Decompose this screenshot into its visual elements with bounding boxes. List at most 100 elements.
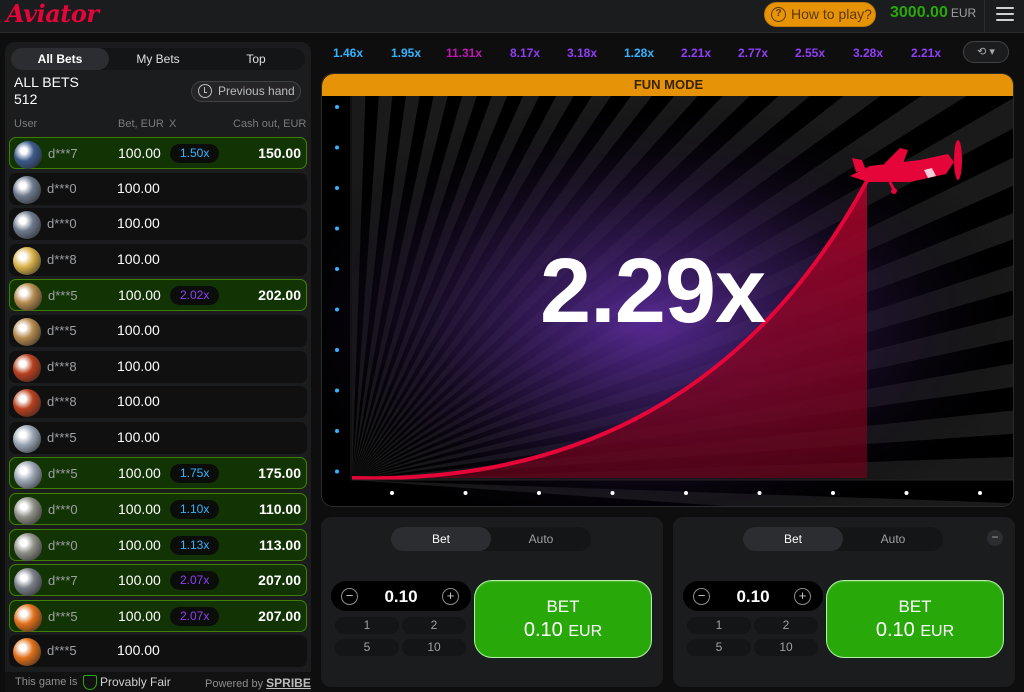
row-bet: 100.00 [118,465,161,482]
row-bet: 100.00 [117,215,160,232]
history-multiplier[interactable]: 1.95x [380,43,432,63]
avatar [13,246,41,275]
provably-fair-link[interactable]: Provably Fair [83,675,171,690]
row-cashout: 150.00 [258,145,301,161]
history-multiplier[interactable]: 11.31x [438,43,490,63]
history-toggle-button[interactable]: ⟲ ▾ [963,41,1009,63]
history-multiplier[interactable]: 2.21x [670,43,722,63]
history-multiplier[interactable]: 2.21x [900,43,952,63]
bet-button-currency: EUR [568,623,603,640]
quick-amount-button[interactable]: 10 [402,639,466,656]
row-user: d***5 [48,608,78,624]
row-cashout: 113.00 [258,536,301,553]
column-bet: Bet, EUR [118,118,164,130]
table-row: d***5 100.00 [9,314,307,347]
bet-button-amount: 0.10 EUR [827,619,1003,642]
row-multiplier: 1.75x [170,464,220,484]
row-bet: 100.00 [117,179,160,196]
row-user: d***5 [48,466,78,482]
bet-panel: Bet Auto − 0.10 + 1 2 5 10 BET 0.10 EUR [321,517,663,687]
bets-panel: All Bets My Bets Top ALL BETS 512 Previo… [5,42,311,692]
bet-amount-stepper[interactable]: − 0.10 + [683,581,823,611]
tab-bet[interactable]: Bet [391,527,491,551]
bet-panel: Bet Auto − − 0.10 + 1 2 5 10 BET 0.10 EU… [673,517,1015,687]
row-multiplier: 1.50x [170,144,220,163]
quick-amount-button[interactable]: 5 [335,639,399,656]
table-row: d***7 100.00 2.07x 207.00 [9,564,307,597]
row-bet: 100.00 [118,287,161,304]
history-multiplier[interactable]: 1.46x [322,43,374,63]
menu-icon[interactable] [996,7,1014,21]
avatar [13,353,41,382]
bet-button-label: BET [546,597,580,616]
avatar [13,638,41,667]
row-multiplier: 2.07x [170,571,220,591]
table-row: d***5 100.00 1.75x 175.00 [9,457,307,490]
avatar [13,175,41,204]
table-row: d***0 100.00 1.13x 113.00 [9,528,307,561]
tab-auto[interactable]: Auto [843,527,943,551]
row-cashout: 110.00 [258,500,301,517]
quick-amount-button[interactable]: 1 [687,617,751,634]
history-multiplier[interactable]: 2.77x [727,43,779,63]
row-bet: 100.00 [117,250,160,267]
row-user: d***7 [48,146,78,161]
bet-button-value: 0.10 [523,619,563,641]
row-bet: 100.00 [117,321,160,338]
quick-amount-button[interactable]: 1 [335,617,399,634]
row-bet: 100.00 [117,357,160,374]
history-icon: ⟲ [977,46,987,58]
powered-by: Powered by SPRIBE [205,676,311,690]
aviator-logo[interactable]: Aviator [6,0,99,28]
row-multiplier: 2.02x [170,286,220,306]
tab-all-bets[interactable]: All Bets [11,48,109,70]
bet-button[interactable]: BET 0.10 EUR [474,580,652,658]
row-cashout: 207.00 [258,607,301,624]
table-row: d***5 100.00 2.02x 202.00 [9,279,307,312]
row-bet: 100.00 [117,642,160,659]
history-multiplier[interactable]: 2.55x [784,43,836,63]
quick-amount-button[interactable]: 10 [754,639,818,656]
row-user: d***0 [47,216,77,232]
history-icon [198,84,212,98]
quick-amount-button[interactable]: 2 [754,617,818,634]
avatar [14,283,42,312]
previous-hand-button[interactable]: Previous hand [191,81,301,102]
bet-button-value: 0.10 [875,619,915,641]
tab-top[interactable]: Top [207,48,305,70]
how-to-play-button[interactable]: ? How to play? [764,2,876,27]
avatar [13,389,41,418]
quick-amount-button[interactable]: 2 [402,617,466,634]
quick-amount-button[interactable]: 5 [687,639,751,656]
bet-button-currency: EUR [920,623,955,640]
game-area: FUN MODE X 2.29x [321,73,1014,507]
tab-bet[interactable]: Bet [743,527,843,551]
row-bet: 100.00 [118,500,161,517]
how-to-play-label: How to play? [791,6,872,22]
increase-icon[interactable]: + [442,588,459,605]
row-bet: 100.00 [118,536,161,553]
tab-my-bets[interactable]: My Bets [109,48,207,70]
row-bet: 100.00 [117,428,160,445]
row-bet: 100.00 [118,607,161,624]
row-user: d***0 [48,501,78,517]
avatar [14,141,42,169]
remove-panel-button[interactable]: − [987,530,1003,546]
bet-amount-stepper[interactable]: − 0.10 + [331,581,471,611]
row-bet: 100.00 [118,145,161,161]
row-cashout: 202.00 [258,287,301,304]
table-row: d***8 100.00 [9,386,307,419]
history-multiplier[interactable]: 3.28x [842,43,894,63]
row-user: d***8 [47,251,77,267]
table-row: d***8 100.00 [9,350,307,383]
bet-button[interactable]: BET 0.10 EUR [826,580,1004,658]
history-multiplier[interactable]: 8.17x [499,43,551,63]
row-user: d***0 [48,537,78,553]
history-multiplier[interactable]: 3.18x [556,43,608,63]
increase-icon[interactable]: + [794,588,811,605]
history-multiplier[interactable]: 1.28x [613,43,665,63]
spribe-logo[interactable]: SPRIBE [266,676,311,690]
balance-currency: EUR [950,6,977,20]
balance-amount: 3000.00 [890,4,948,21]
tab-auto[interactable]: Auto [491,527,591,551]
